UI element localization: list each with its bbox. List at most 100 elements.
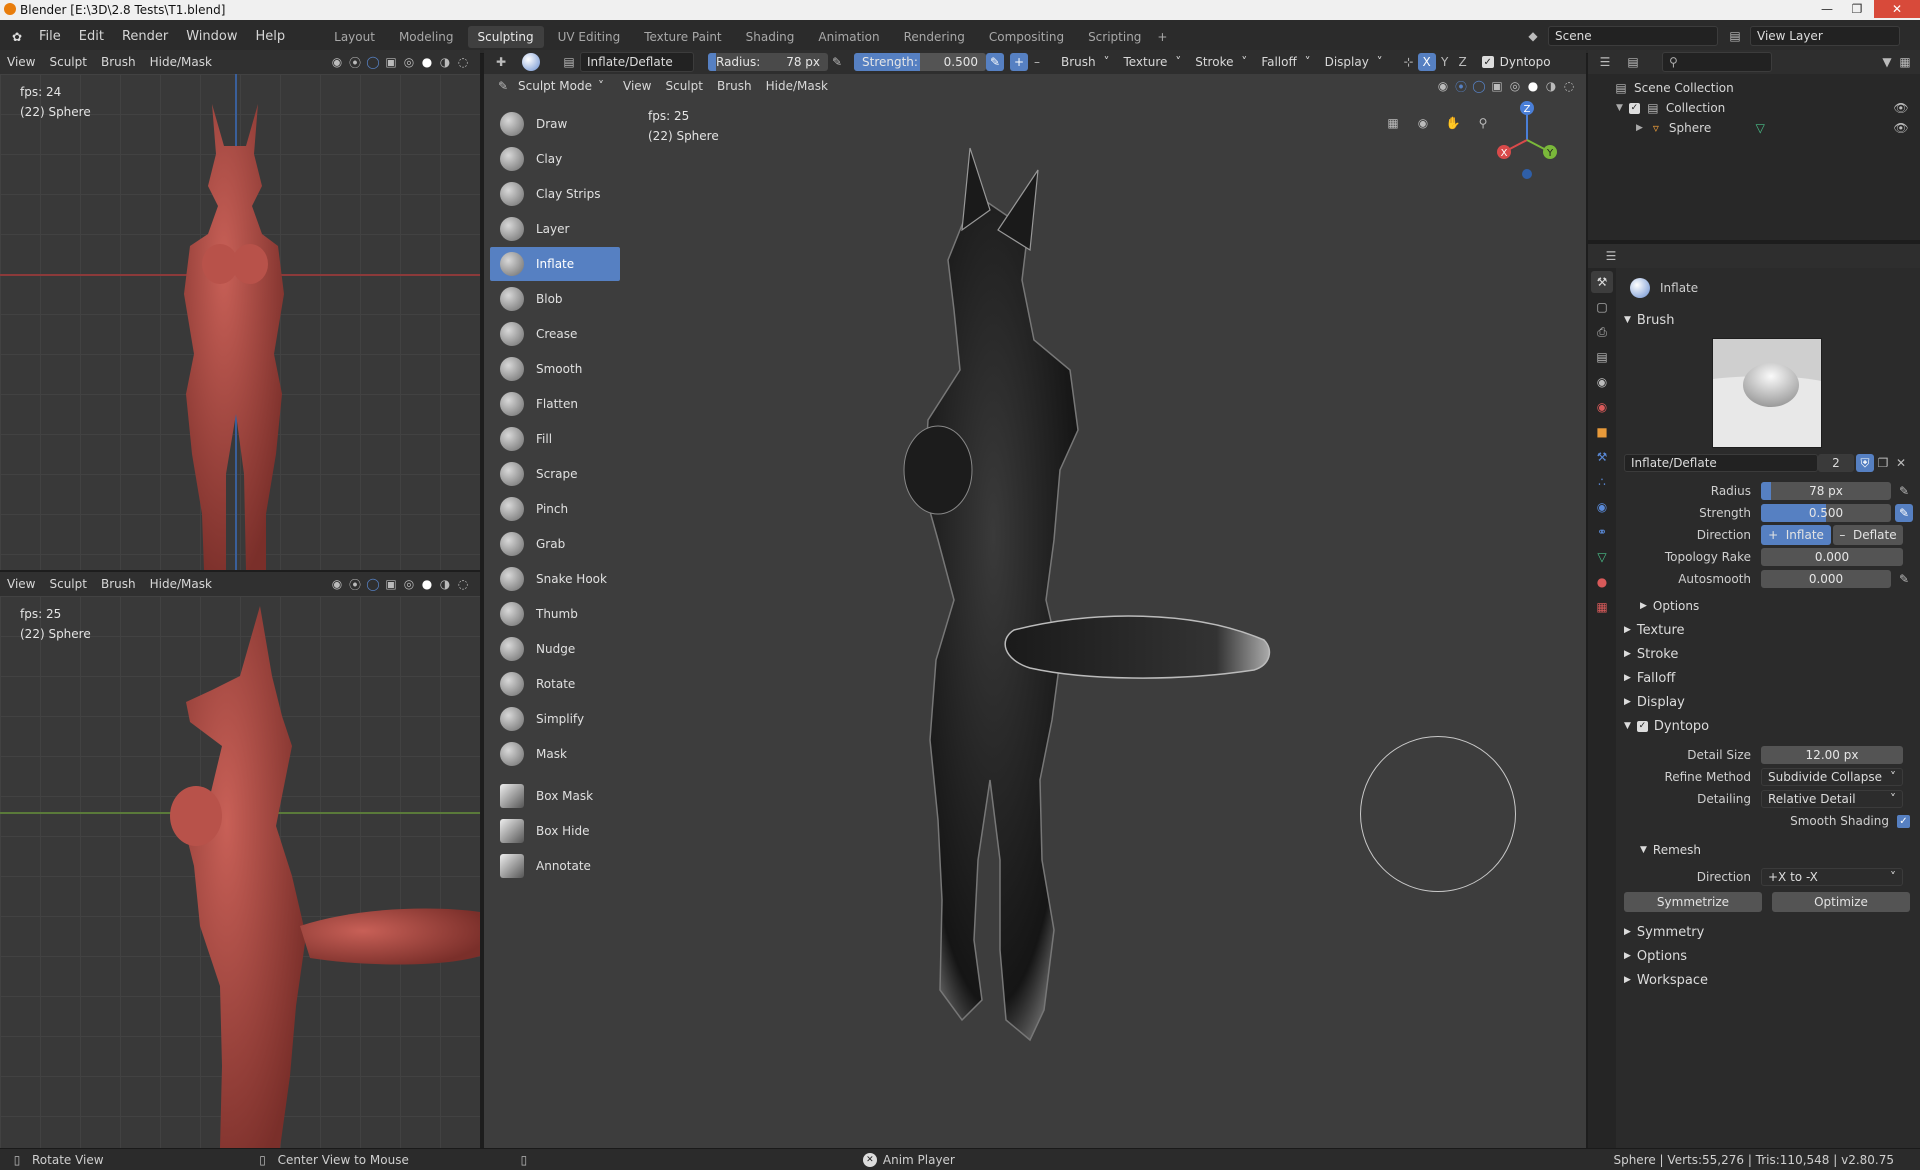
- radius-pressure-icon[interactable]: ✎: [1895, 482, 1913, 500]
- tool-scrape[interactable]: Scrape: [490, 457, 620, 491]
- properties-editor-icon[interactable]: ☰: [1602, 247, 1620, 265]
- physics-tab-icon[interactable]: ◉: [1591, 496, 1613, 518]
- tool-nudge[interactable]: Nudge: [490, 632, 620, 666]
- brush-datablock-field[interactable]: Inflate/Deflate: [1624, 454, 1818, 472]
- zoom-icon[interactable]: ⚲: [1474, 114, 1492, 132]
- tool-mask[interactable]: Mask: [490, 737, 620, 771]
- texture-tab-icon[interactable]: ▦: [1591, 596, 1613, 618]
- tab-compositing[interactable]: Compositing: [979, 26, 1074, 48]
- brush-thumbnail[interactable]: [1712, 338, 1822, 448]
- outliner-row-scene-collection[interactable]: ▤ Scene Collection: [1588, 78, 1920, 98]
- viewport-menu-brush[interactable]: Brush: [94, 577, 143, 591]
- section-display[interactable]: ▶ Display: [1616, 690, 1920, 714]
- strength-slider[interactable]: Strength: 0.500: [854, 53, 986, 71]
- tool-grab[interactable]: Grab: [490, 527, 620, 561]
- viewport-menu-sculpt[interactable]: Sculpt: [658, 79, 709, 93]
- mesh-data-tab-icon[interactable]: ▽: [1591, 546, 1613, 568]
- symmetry-axis-z[interactable]: Z: [1454, 53, 1472, 71]
- viewport-menu-view[interactable]: View: [0, 55, 42, 69]
- viewport-menu-sculpt[interactable]: Sculpt: [42, 55, 93, 69]
- bottom-left-viewport[interactable]: fps: 25 (22) Sphere: [0, 596, 480, 1148]
- dyntopo-section-header[interactable]: ▼ ✓ Dyntopo: [1616, 714, 1920, 738]
- unlink-brush-icon[interactable]: ✕: [1892, 454, 1910, 472]
- radius-pressure-icon[interactable]: ✎: [828, 53, 846, 71]
- brush-browse-icon[interactable]: ▤: [560, 53, 578, 71]
- detailing-dropdown[interactable]: Relative Detail ˅: [1761, 790, 1903, 808]
- viewport-menu-view[interactable]: View: [616, 79, 658, 93]
- overlay-toggle-icon[interactable]: ◯: [1470, 77, 1488, 95]
- tool-simplify[interactable]: Simplify: [490, 702, 620, 736]
- symmetry-axis-x[interactable]: X: [1417, 53, 1436, 71]
- tab-shading[interactable]: Shading: [736, 26, 805, 48]
- section-workspace[interactable]: ▶ Workspace: [1616, 968, 1920, 992]
- camera-view-icon[interactable]: ◉: [1414, 114, 1432, 132]
- strength-pressure-icon[interactable]: ✎: [1895, 504, 1913, 522]
- viewport-menu-brush[interactable]: Brush: [710, 79, 759, 93]
- brush-users-count[interactable]: 2: [1818, 454, 1854, 472]
- material-tab-icon[interactable]: ●: [1591, 571, 1613, 593]
- tool-box-mask[interactable]: Box Mask: [490, 779, 620, 813]
- brush-name-field[interactable]: Inflate/Deflate: [580, 52, 694, 72]
- maximize-icon[interactable]: ❐: [1842, 0, 1872, 18]
- mesh-data-icon[interactable]: ▽: [1751, 119, 1769, 137]
- view-layer-tab-icon[interactable]: ▤: [1591, 346, 1613, 368]
- optimize-button[interactable]: Optimize: [1772, 892, 1910, 912]
- editor-type-icon[interactable]: ✚: [492, 53, 510, 71]
- direction-inflate-button[interactable]: + Inflate: [1761, 525, 1831, 545]
- main-viewport[interactable]: ✎ Sculpt Mode ˅ View Sculpt Brush Hide/Mask …: [484, 74, 1586, 1148]
- view-layer-field[interactable]: View Layer: [1750, 26, 1900, 46]
- blender-menu-icon[interactable]: ✿: [8, 28, 26, 46]
- shading-solid-icon[interactable]: ●: [418, 53, 436, 71]
- outliner-row-sphere[interactable]: ▶ ▿ Sphere ▽ 👁: [1588, 118, 1920, 138]
- tool-flatten[interactable]: Flatten: [490, 387, 620, 421]
- viewport-menu-hide-mask[interactable]: Hide/Mask: [759, 79, 835, 93]
- view-object-types-icon[interactable]: ◉: [1434, 77, 1452, 95]
- header-menu-display[interactable]: Display ˅: [1318, 55, 1390, 69]
- fake-user-icon[interactable]: ⛨: [1856, 454, 1874, 472]
- tool-smooth[interactable]: Smooth: [490, 352, 620, 386]
- brush-preview-icon[interactable]: [522, 53, 540, 71]
- viewport-menu-sculpt[interactable]: Sculpt: [42, 577, 93, 591]
- symmetry-axis-y[interactable]: Y: [1436, 53, 1454, 71]
- scene-tab-icon[interactable]: ◉: [1591, 371, 1613, 393]
- tool-inflate[interactable]: Inflate: [490, 247, 620, 281]
- sculpt-model[interactable]: [894, 140, 1344, 1070]
- menu-render[interactable]: Render: [113, 20, 177, 54]
- dyntopo-label[interactable]: Dyntopo: [1500, 55, 1551, 69]
- new-collection-icon[interactable]: ▦: [1896, 53, 1914, 71]
- shading-render-icon[interactable]: ◌: [454, 53, 472, 71]
- shading-wire-icon[interactable]: ◎: [400, 575, 418, 593]
- output-tab-icon[interactable]: ⎙: [1591, 321, 1613, 343]
- subtract-direction-icon[interactable]: –: [1028, 53, 1046, 71]
- autosmooth-pressure-icon[interactable]: ✎: [1895, 570, 1913, 588]
- menu-window[interactable]: Window: [177, 20, 246, 54]
- autosmooth-slider[interactable]: 0.000: [1761, 570, 1891, 588]
- tool-box-hide[interactable]: Box Hide: [490, 814, 620, 848]
- cancel-job-icon[interactable]: ✕: [862, 1152, 877, 1167]
- view-object-types-icon[interactable]: ◉: [328, 575, 346, 593]
- overlay-toggle-icon[interactable]: ◯: [364, 575, 382, 593]
- tool-blob[interactable]: Blob: [490, 282, 620, 316]
- section-falloff[interactable]: ▶ Falloff: [1616, 666, 1920, 690]
- menu-help[interactable]: Help: [247, 20, 295, 54]
- dyntopo-checkbox[interactable]: ✓: [1481, 56, 1494, 68]
- symmetry-icon[interactable]: ⊹: [1400, 53, 1418, 71]
- direction-deflate-button[interactable]: – Deflate: [1833, 525, 1903, 545]
- outliner-row-collection[interactable]: ▼ ✓ ▤ Collection 👁: [1588, 98, 1920, 118]
- tab-modeling[interactable]: Modeling: [389, 26, 464, 48]
- view-layer-icon[interactable]: ▤: [1726, 27, 1744, 45]
- add-direction-icon[interactable]: +: [1010, 53, 1028, 71]
- shading-material-icon[interactable]: ◑: [436, 53, 454, 71]
- toggle-camera-icon[interactable]: ▦: [1384, 114, 1402, 132]
- gizmo-toggle-icon[interactable]: ⦿: [346, 575, 364, 593]
- section-options[interactable]: ▶ Options: [1616, 944, 1920, 968]
- add-workspace-icon[interactable]: +: [1153, 28, 1171, 46]
- tool-thumb[interactable]: Thumb: [490, 597, 620, 631]
- viewport-menu-hide-mask[interactable]: Hide/Mask: [143, 577, 219, 591]
- shading-render-icon[interactable]: ◌: [1560, 77, 1578, 95]
- modifier-tab-icon[interactable]: ⚒: [1591, 446, 1613, 468]
- tab-scripting[interactable]: Scripting: [1078, 26, 1151, 48]
- overlay-toggle-icon[interactable]: ◯: [364, 53, 382, 71]
- detail-size-slider[interactable]: 12.00 px: [1761, 746, 1903, 764]
- shading-solid-icon[interactable]: ●: [418, 575, 436, 593]
